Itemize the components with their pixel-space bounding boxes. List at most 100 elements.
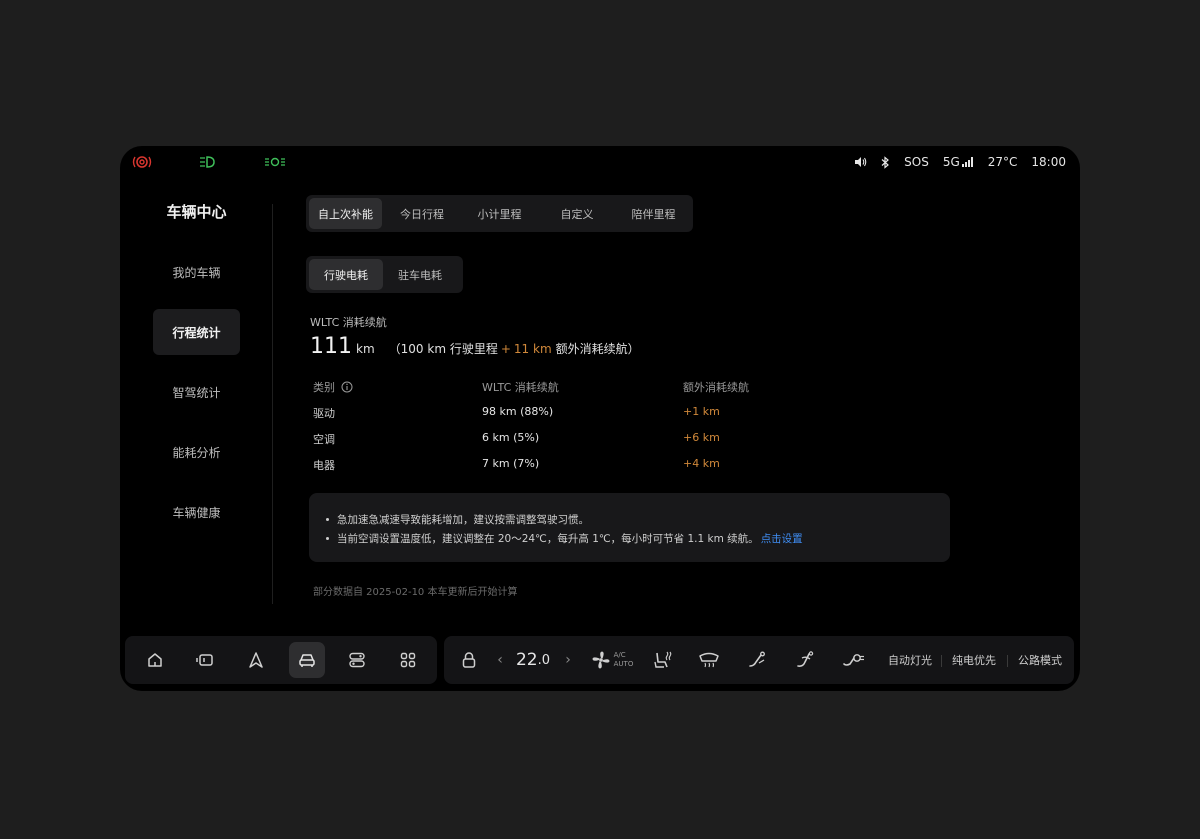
ev-priority-button[interactable]: 纯电优先 — [946, 636, 1002, 684]
vehicle-icon — [196, 654, 213, 666]
table-row: 电器 7 km (7%) +4 km — [313, 457, 873, 483]
sidebar-item-trip-stats[interactable]: 行程统计 — [153, 309, 240, 355]
sidebar-item-vehicle-health[interactable]: 车辆健康 — [153, 489, 240, 535]
seat-heat-button[interactable] — [649, 636, 675, 684]
temp-increase-button[interactable]: › — [562, 636, 574, 684]
tab-subtotal-mileage[interactable]: 小计里程 — [462, 198, 537, 229]
header-wltc: WLTC 消耗续航 — [482, 381, 559, 394]
row-wltc: 98 km (88%) — [482, 405, 554, 418]
extra-range-value: 11 km — [513, 342, 552, 356]
apps-grid-icon — [400, 652, 416, 668]
ac-auto-button[interactable]: A/C AUTO — [588, 636, 636, 684]
tab-companion-mileage[interactable]: 陪伴里程 — [617, 198, 690, 229]
rear-defrost-button[interactable] — [696, 636, 722, 684]
plus-sign: + — [500, 342, 511, 356]
sos-button[interactable]: SOS — [904, 155, 929, 169]
divider — [1007, 655, 1008, 667]
wltc-label: WLTC 消耗续航 — [310, 316, 387, 329]
temp-decimal: .0 — [537, 652, 551, 668]
cabin-temperature: 22.0 — [512, 636, 554, 684]
navigation-icon — [249, 652, 263, 668]
row-category: 电器 — [313, 459, 335, 472]
row-category: 驱动 — [313, 407, 335, 420]
tips-panel: 急加速急减速导致能耗增加，建议按需调整驾驶习惯。 当前空调设置温度低，建议调整在… — [309, 493, 950, 562]
auto-lights-button[interactable]: 自动灯光 — [884, 636, 936, 684]
row-wltc: 6 km (5%) — [482, 431, 540, 444]
header-extra: 额外消耗续航 — [683, 381, 749, 394]
seat-adjust-button[interactable] — [744, 636, 770, 684]
seat-heat-icon — [654, 651, 672, 668]
driven-mileage: 100 km 行驶里程 — [400, 342, 498, 356]
volume-icon[interactable] — [854, 156, 867, 168]
rear-defrost-icon — [699, 652, 719, 668]
ac-auto-label: A/C AUTO — [614, 651, 634, 669]
app-dock — [125, 636, 437, 684]
lock-icon — [462, 652, 476, 668]
seat-adjust-icon — [749, 651, 765, 667]
parking-light-icon — [264, 154, 285, 170]
paren-open: （ — [388, 342, 401, 356]
steering-heat-button[interactable] — [840, 636, 866, 684]
subtab-driving-consumption[interactable]: 行驶电耗 — [309, 259, 383, 290]
sidebar-item-adas-stats[interactable]: 智驾统计 — [153, 369, 240, 415]
signal-icon — [961, 157, 973, 167]
auto-label: AUTO — [613, 660, 634, 668]
network-label: 5G — [942, 155, 960, 169]
seat-massage-icon — [797, 651, 814, 667]
temp-integer: 22 — [515, 650, 538, 670]
tab-today-trip[interactable]: 今日行程 — [382, 198, 462, 229]
navigation-button[interactable] — [238, 642, 274, 678]
vehicle-button[interactable] — [187, 642, 223, 678]
road-mode-button[interactable]: 公路模式 — [1012, 636, 1068, 684]
vehicle-screen: SOS 5G 27°C 18:00 车辆中心 我的车辆 行程统计 智驾统计 能耗… — [120, 146, 1080, 691]
row-extra: +6 km — [683, 431, 720, 444]
bullet — [326, 518, 329, 521]
tab-since-last-charge[interactable]: 自上次补能 — [309, 198, 382, 229]
subtab-parking-consumption[interactable]: 驻车电耗 — [383, 259, 457, 290]
header-category-cell: 类别 — [313, 379, 353, 395]
row-extra: +1 km — [683, 405, 720, 418]
extra-range-label: 额外消耗续航 — [555, 342, 628, 356]
status-bar-right: SOS 5G 27°C 18:00 — [854, 154, 1066, 170]
divider — [941, 655, 942, 667]
sidebar-item-energy-analysis[interactable]: 能耗分析 — [153, 429, 240, 475]
row-wltc: 7 km (7%) — [482, 457, 540, 470]
tip-text: 当前空调设置温度低，建议调整在 20～24℃，每升高 1℃，每小时可节省 1.1… — [337, 533, 759, 545]
headlight-icon — [198, 154, 218, 170]
consumption-summary: 111 km （ 100 km 行驶里程 + 11 km 额外消耗续航 ） — [310, 334, 640, 359]
info-icon[interactable] — [341, 381, 353, 393]
outside-temperature: 27°C — [987, 155, 1018, 169]
table-header: 类别 WLTC 消耗续航 额外消耗续航 — [313, 379, 873, 405]
clock: 18:00 — [1031, 155, 1066, 169]
home-icon — [148, 653, 162, 667]
trip-range-tabs: 自上次补能 今日行程 小计里程 自定义 陪伴里程 — [306, 195, 693, 232]
sidebar-title: 车辆中心 — [166, 203, 227, 221]
car-center-button[interactable] — [289, 642, 325, 678]
seat-massage-button[interactable] — [792, 636, 818, 684]
controls-button[interactable] — [339, 642, 375, 678]
paren-close: ） — [627, 342, 640, 356]
bullet — [326, 537, 329, 540]
lock-button[interactable] — [458, 636, 480, 684]
consumption-table: 类别 WLTC 消耗续航 额外消耗续航 驱动 98 km (88%) +1 km… — [313, 379, 873, 483]
home-button[interactable] — [137, 642, 173, 678]
ac-label: A/C — [613, 651, 626, 659]
data-footnote: 部分数据自 2025-02-10 本车更新后开始计算 — [313, 587, 518, 598]
sidebar-item-my-vehicle[interactable]: 我的车辆 — [153, 249, 240, 295]
tip-item: 急加速急减速导致能耗增加，建议按需调整驾驶习惯。 — [326, 510, 950, 529]
steering-heat-icon — [843, 654, 864, 666]
climate-settings-link[interactable]: 点击设置 — [761, 531, 803, 546]
total-range-unit: km — [356, 342, 375, 356]
apps-button[interactable] — [390, 642, 426, 678]
temp-decrease-button[interactable]: ‹ — [494, 636, 506, 684]
table-row: 空调 6 km (5%) +6 km — [313, 431, 873, 457]
bluetooth-icon[interactable] — [881, 155, 890, 169]
header-category: 类别 — [313, 381, 335, 394]
tip-item: 当前空调设置温度低，建议调整在 20～24℃，每升高 1℃，每小时可节省 1.1… — [326, 529, 950, 548]
network-indicator: 5G — [943, 155, 974, 169]
tab-custom[interactable]: 自定义 — [537, 198, 617, 229]
sidebar-divider — [272, 204, 273, 604]
row-category: 空调 — [313, 433, 335, 446]
toggle-switch-icon — [349, 652, 365, 668]
car-front-icon — [299, 654, 315, 667]
